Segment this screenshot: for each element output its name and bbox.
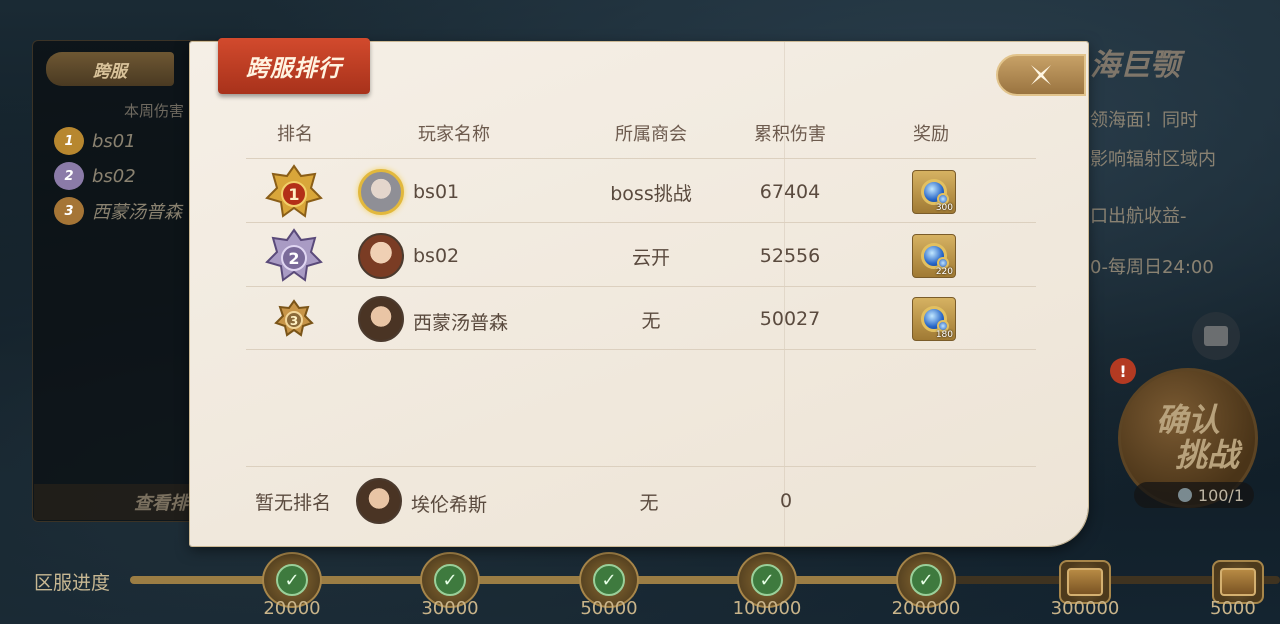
rank-number: 2 — [288, 249, 299, 268]
boss-description-line: 0-每周日24:00 — [1090, 257, 1214, 278]
close-x-icon — [1031, 65, 1051, 85]
rank-number: 3 — [290, 314, 298, 328]
rank-number: 1 — [288, 185, 299, 204]
self-rank: 暂无排名 — [254, 491, 331, 514]
challenge-ticket-counter: 100/1 — [1134, 482, 1254, 508]
rank-medal-icon: 3 — [54, 197, 84, 225]
divider — [246, 466, 1036, 467]
server-progress-label: 区服进度 — [34, 572, 111, 594]
reward-item[interactable]: 300 — [912, 170, 956, 214]
close-button[interactable] — [996, 54, 1086, 96]
modal-title: 跨服排行 — [218, 38, 370, 94]
player-name: bs01 — [92, 130, 136, 152]
gift-icon — [1204, 326, 1228, 346]
progress-fill — [130, 576, 947, 584]
avatar[interactable] — [356, 478, 402, 524]
gift-button[interactable] — [1192, 312, 1240, 360]
alert-badge-icon: ! — [1110, 358, 1136, 384]
table-row[interactable]: 1 bs01 boss挑战 67404 300 — [246, 161, 1036, 223]
header-guild: 所属商会 — [615, 124, 687, 145]
guild-name: 无 — [641, 309, 661, 332]
milestone-value: 300000 — [1050, 598, 1120, 619]
ticket-count: 100/1 — [1197, 485, 1244, 505]
rank-medal-icon: 2 — [54, 162, 84, 190]
damage-value: 52556 — [759, 245, 821, 267]
milestone-value: 200000 — [891, 598, 961, 619]
checkmark-icon: ✓ — [751, 564, 783, 596]
guild-name: boss挑战 — [610, 182, 692, 205]
damage-value: 0 — [779, 490, 793, 512]
guild-name: 云开 — [631, 246, 670, 269]
damage-value: 50027 — [759, 308, 821, 330]
list-item: 1 bs01 — [54, 127, 136, 155]
weekly-damage-label: 本周伤害 — [124, 102, 185, 120]
boss-description-line: 影响辐射区域内 — [1090, 149, 1216, 170]
guild-name: 无 — [639, 491, 659, 514]
player-name: 埃伦希斯 — [411, 494, 488, 516]
header-reward: 奖励 — [913, 124, 949, 145]
milestone-value: 30000 — [421, 598, 479, 619]
self-rank-row: 暂无排名 埃伦希斯 无 0 — [246, 470, 1036, 532]
table-row[interactable]: 3 西蒙汤普森 无 50027 180 — [246, 288, 1036, 350]
list-item: 2 bs02 — [54, 162, 136, 190]
milestone-value: 20000 — [263, 598, 321, 619]
reward-item[interactable]: 180 — [912, 297, 956, 341]
rank-1-medal-icon: 1 — [265, 164, 323, 220]
avatar[interactable] — [358, 296, 404, 342]
confirm-label: 确认 — [1155, 400, 1220, 439]
treasure-chest-icon — [1067, 568, 1103, 596]
rank-2-medal-icon: 2 — [265, 228, 323, 284]
reward-item[interactable]: 220 — [912, 234, 956, 278]
rank-medal-icon: 1 — [54, 127, 84, 155]
checkmark-icon: ✓ — [910, 564, 942, 596]
header-player: 玩家名称 — [418, 124, 490, 145]
view-ranking-button[interactable]: 查看排 — [34, 484, 194, 520]
milestone-value: 50000 — [580, 598, 638, 619]
player-name: bs02 — [92, 165, 136, 187]
boss-description-line: 领海面！同时 — [1090, 110, 1198, 131]
treasure-chest-icon — [1220, 568, 1256, 596]
avatar[interactable] — [358, 233, 404, 279]
header-damage: 累积伤害 — [754, 124, 826, 145]
avatar[interactable] — [358, 169, 404, 215]
player-name: bs01 — [413, 181, 460, 203]
header-rank: 排名 — [277, 124, 313, 145]
list-item: 3 西蒙汤普森 — [54, 197, 182, 225]
checkmark-icon: ✓ — [593, 564, 625, 596]
reward-count: 220 — [935, 267, 953, 277]
checkmark-icon: ✓ — [434, 564, 466, 596]
boss-description-line: 口出航收益- — [1090, 206, 1187, 227]
challenge-label: 挑战 — [1174, 436, 1239, 474]
player-name: 西蒙汤普森 — [92, 202, 182, 223]
player-name: 西蒙汤普森 — [413, 312, 509, 334]
reward-count: 300 — [935, 203, 953, 213]
boss-title: 海巨颚 — [1090, 48, 1180, 83]
reward-count: 180 — [935, 330, 953, 340]
damage-value: 67404 — [759, 181, 821, 203]
ticket-icon — [1177, 488, 1192, 502]
milestone-value: 100000 — [732, 598, 802, 619]
divider — [246, 158, 1036, 159]
rank-3-medal-icon: 3 — [265, 291, 323, 347]
tab-cross-server[interactable]: 跨服 — [46, 52, 174, 86]
milestone-value: 5000 — [1210, 598, 1256, 619]
table-row[interactable]: 2 bs02 云开 52556 220 — [246, 225, 1036, 287]
player-name: bs02 — [413, 245, 460, 267]
checkmark-icon: ✓ — [276, 564, 308, 596]
